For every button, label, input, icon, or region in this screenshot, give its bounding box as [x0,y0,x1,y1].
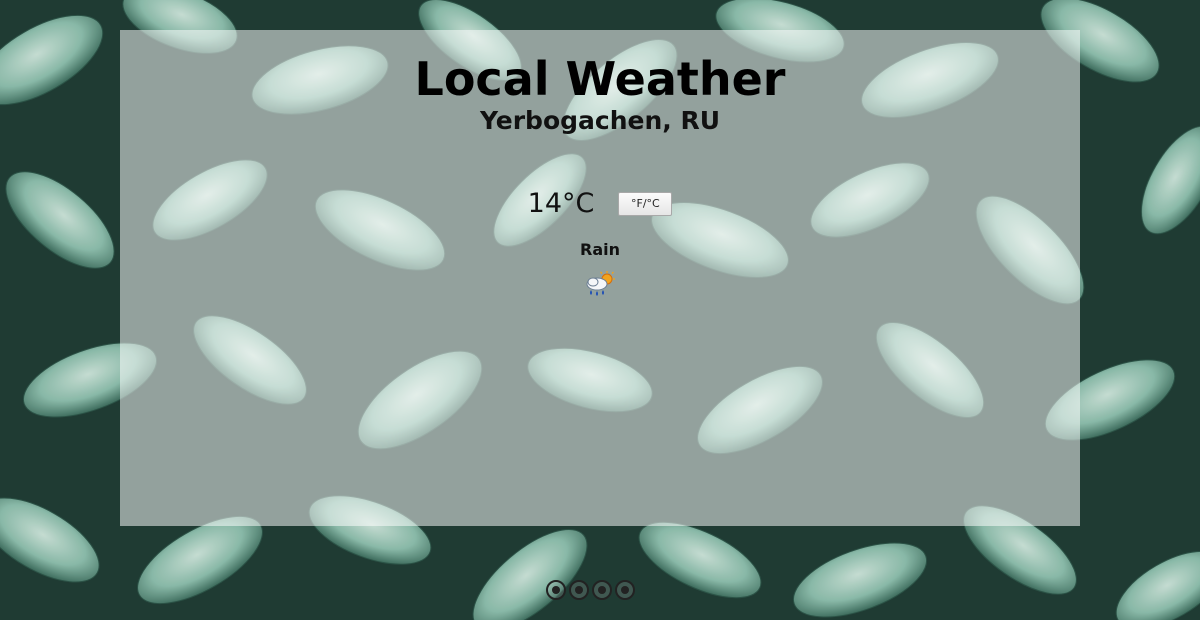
unit-toggle-button[interactable]: °F/°C [618,191,673,216]
rain-sun-icon [586,271,615,296]
github-icon[interactable] [546,580,566,600]
weather-condition: Rain [580,240,620,259]
codepen-icon[interactable] [569,580,589,600]
temperature-value: 14°C [527,188,595,219]
page-title: Local Weather [414,52,786,106]
twitter-icon[interactable] [592,580,612,600]
temperature-row: 14°C °F/°C [0,188,1200,219]
linkedin-icon[interactable] [615,580,635,600]
location-label: Yerbogachen, RU [479,106,721,135]
social-links [546,580,635,600]
